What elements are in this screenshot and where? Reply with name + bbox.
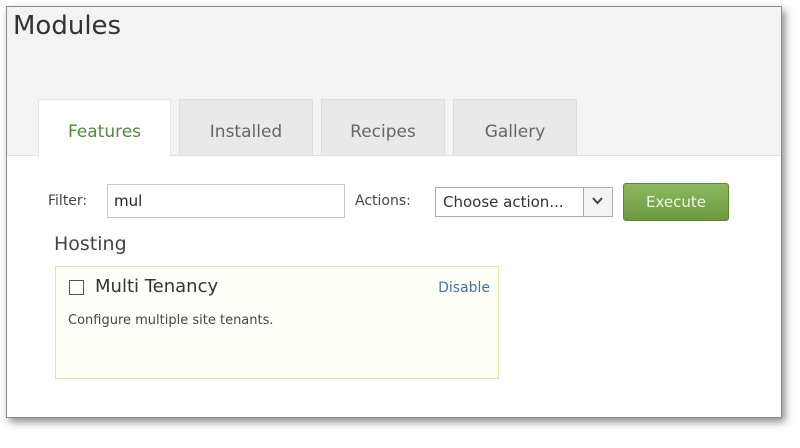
feature-description: Configure multiple site tenants. <box>68 313 274 328</box>
actions-select[interactable]: Choose action... <box>435 187 613 217</box>
features-panel: Filter: Actions: Choose action... Execut… <box>7 155 781 417</box>
disable-link[interactable]: Disable <box>438 280 490 296</box>
page-title: Modules <box>13 11 122 41</box>
feature-checkbox[interactable] <box>69 280 84 295</box>
feature-card-multi-tenancy: Multi Tenancy Disable Configure multiple… <box>55 266 499 379</box>
screenshot-frame: Modules Features Installed Recipes Galle… <box>6 6 782 418</box>
tab-recipes[interactable]: Recipes <box>321 99 445 155</box>
tab-gallery[interactable]: Gallery <box>453 99 577 155</box>
actions-label: Actions: <box>355 193 411 209</box>
filter-input[interactable] <box>107 184 345 218</box>
tab-features[interactable]: Features <box>38 99 171 157</box>
feature-name: Multi Tenancy <box>95 276 219 297</box>
chevron-down-icon[interactable] <box>583 188 612 216</box>
filter-label: Filter: <box>48 193 88 209</box>
actions-select-value: Choose action... <box>443 193 564 211</box>
tab-installed[interactable]: Installed <box>179 99 313 155</box>
execute-button[interactable]: Execute <box>623 183 729 221</box>
section-heading: Hosting <box>54 233 127 255</box>
